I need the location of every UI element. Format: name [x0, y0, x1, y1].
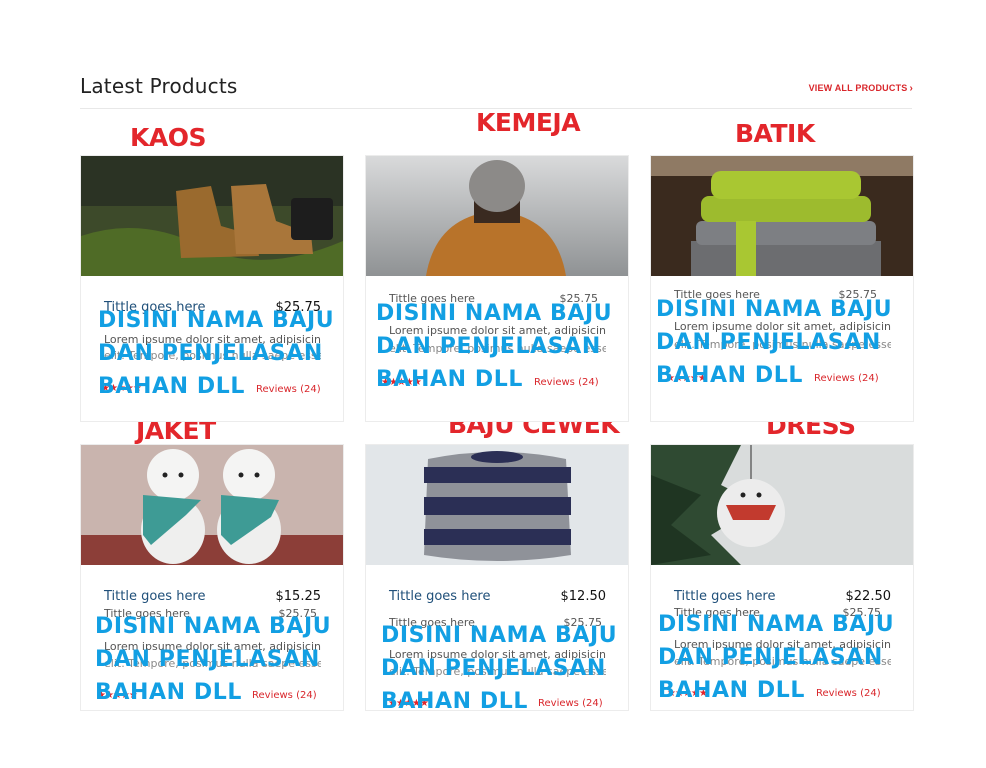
chevron-right-icon: › — [909, 83, 913, 94]
overlay-line: DAN PENJELASAN — [381, 656, 606, 681]
overlay-line: BAHAN DLL — [95, 680, 243, 705]
overlay-line: DAN PENJELASAN — [658, 645, 883, 670]
overlay-text: DISINI NAMA BAJU DAN PENJELASAN BAHAN DL… — [95, 610, 331, 709]
overlay-line: DISINI NAMA BAJU — [98, 308, 335, 333]
overlay-text: DISINI NAMA BAJU DAN PENJELASAN BAHAN DL… — [376, 297, 612, 396]
product-price: $15.25 — [275, 589, 322, 604]
overlay-line: DAN PENJELASAN — [376, 334, 601, 359]
overlay-line: DISINI NAMA BAJU — [95, 614, 332, 639]
category-label-kaos: KAOS — [130, 123, 206, 152]
overlay-text: DISINI NAMA BAJU DAN PENJELASAN BAHAN DL… — [98, 304, 334, 403]
overlay-line: DISINI NAMA BAJU — [656, 297, 893, 322]
product-title[interactable]: Tittle goes here — [389, 589, 491, 604]
overlay-line: BAHAN DLL — [658, 678, 806, 703]
product-image-sweater[interactable] — [366, 445, 628, 565]
overlay-line: DISINI NAMA BAJU — [376, 301, 613, 326]
overlay-line: DAN PENJELASAN — [98, 341, 323, 366]
section-title: Latest Products — [80, 74, 238, 98]
product-price: $12.50 — [560, 589, 607, 604]
product-price: $22.50 — [845, 589, 892, 604]
overlay-line: BAHAN DLL — [381, 689, 529, 714]
overlay-line: BAHAN DLL — [376, 367, 524, 392]
product-image-scarves[interactable] — [651, 156, 913, 276]
overlay-line: DISINI NAMA BAJU — [381, 623, 618, 648]
overlay-line: DISINI NAMA BAJU — [658, 612, 895, 637]
view-all-label: VIEW ALL PRODUCTS — [808, 83, 908, 93]
category-label-kemeja: KEMEJA — [476, 108, 581, 137]
product-image-boots[interactable] — [81, 156, 343, 276]
overlay-text: DISINI NAMA BAJU DAN PENJELASAN BAHAN DL… — [381, 619, 617, 718]
overlay-line: BAHAN DLL — [98, 374, 246, 399]
product-image-beanie[interactable] — [366, 156, 628, 276]
view-all-products-link[interactable]: VIEW ALL PRODUCTS › — [809, 83, 913, 94]
overlay-text: DISINI NAMA BAJU DAN PENJELASAN BAHAN DL… — [656, 293, 892, 392]
product-title[interactable]: Tittle goes here — [104, 589, 206, 604]
overlay-line: DAN PENJELASAN — [656, 330, 881, 355]
product-title[interactable]: Tittle goes here — [674, 589, 776, 604]
overlay-line: BAHAN DLL — [656, 363, 804, 388]
product-image-ornament[interactable] — [651, 445, 913, 565]
overlay-line: DAN PENJELASAN — [95, 647, 320, 672]
overlay-text: DISINI NAMA BAJU DAN PENJELASAN BAHAN DL… — [658, 608, 894, 707]
product-image-snowmen[interactable] — [81, 445, 343, 565]
category-label-batik: BATIK — [735, 119, 815, 148]
